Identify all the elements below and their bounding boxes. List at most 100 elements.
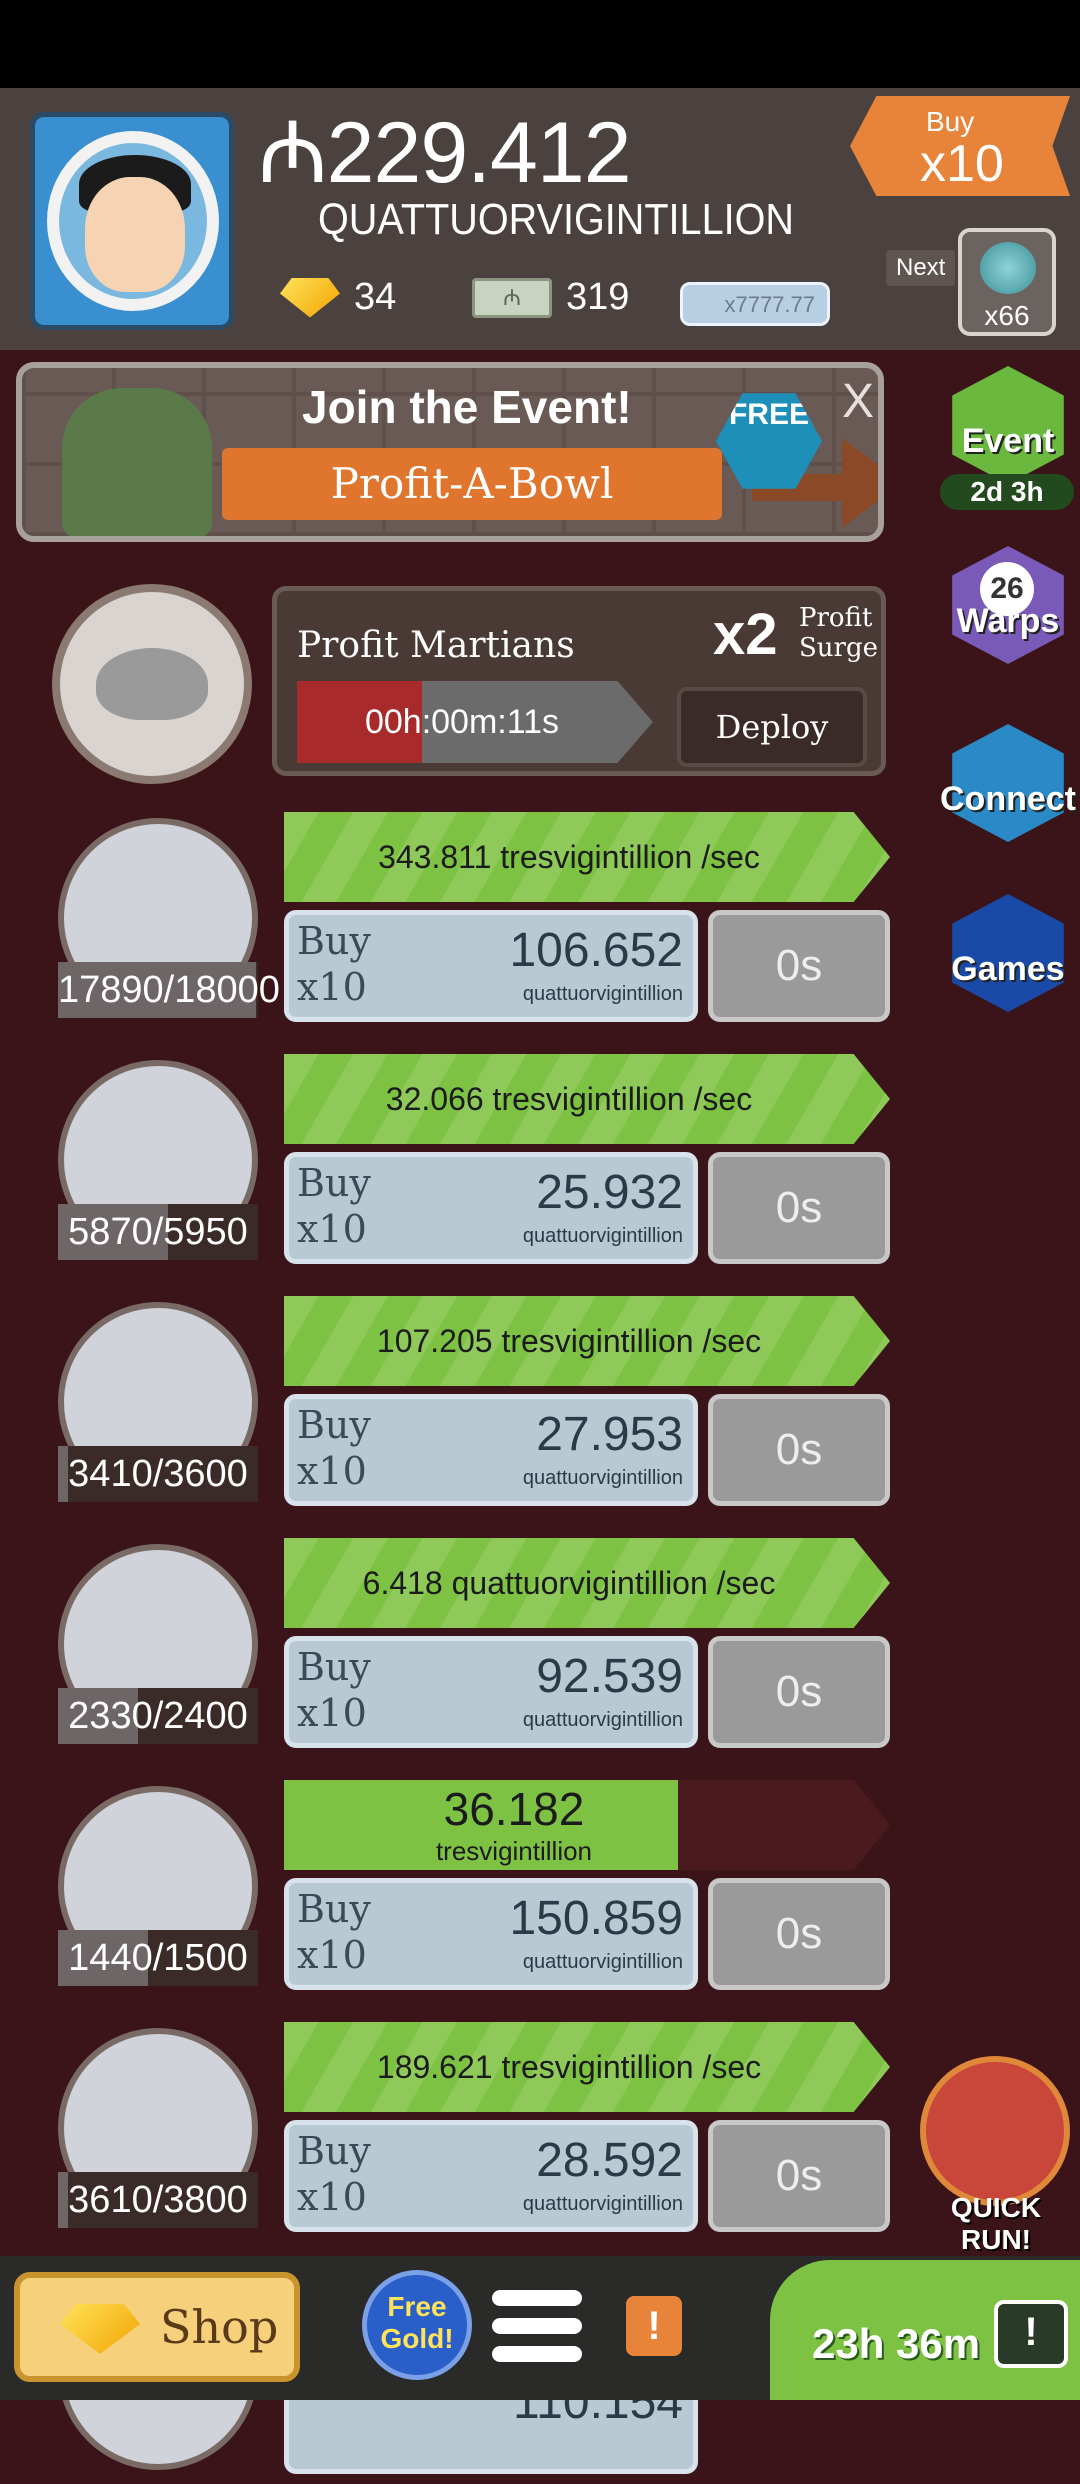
event-timer: 2d 3h [940,474,1074,510]
business-rate: 107.205 tresvigintillion /sec [376,1323,762,1359]
buy-cost: 28.592 [536,2134,683,2187]
quick-run-label: QUICK RUN! [950,2192,1042,2255]
megabucks-amount: 319 [566,276,630,318]
buy-cost: 106.652 [509,924,683,977]
buy-cost: 25.932 [536,1166,683,1219]
shop-button[interactable]: Shop [14,2272,300,2382]
mission-multiplier-label-1: Profit [799,603,873,633]
business-owned-label: 3410/3600 [68,1453,248,1495]
alert-icon[interactable]: ! [626,2296,682,2356]
business-rate-bar[interactable]: 107.205 tresvigintillion /sec [284,1296,890,1386]
mission-progress-bar: 00h:00m:11s [297,681,653,763]
menu-icon[interactable] [492,2290,582,2370]
event-title: Join the Event! [302,381,632,433]
tv-icon[interactable]: ! [994,2300,1068,2368]
megaticket-counter[interactable]: x7777.77 [680,282,830,326]
buy-cost: 27.953 [536,1408,683,1461]
buy-cost-unit: quattuorvigintillion [522,1467,683,1489]
close-icon[interactable]: X [842,374,874,429]
business-row: 3610/3800 189.621 tresvigintillion /sec B… [0,2022,900,2242]
business-rate-unit: tresvigintillion [435,1836,593,1866]
manager-timer-button[interactable]: 0s [708,910,890,1022]
business-owned-progress [58,2172,68,2228]
buy-cost-unit: quattuorvigintillion [522,1951,683,1973]
shop-label: Shop [160,2300,279,2354]
buy-multiplier: x10 [297,2175,367,2219]
event-label: Event [961,422,1055,460]
business-rate-bar[interactable]: 36.182 tresvigintillion [284,1780,890,1870]
free-gold-button[interactable]: Free Gold! [362,2270,472,2380]
business-rate-bar[interactable]: 6.418 quattuorvigintillion /sec [284,1538,890,1628]
business-rate: 6.418 quattuorvigintillion /sec [362,1565,776,1601]
free-gold-label-1: Free [387,2291,447,2322]
money-value: 229.412 [326,105,632,201]
manager-timer-button[interactable]: 0s [708,1636,890,1748]
business-row: 5870/5950 32.066 tresvigintillion /sec Bu… [0,1054,900,1274]
next-unlock-button[interactable]: x66 [958,228,1056,336]
avatar-face [85,177,185,292]
buy-business-button[interactable]: Buy x10 106.652 quattuorvigintillion [284,910,698,1022]
gold-counter: 34 [280,276,396,319]
next-count: x66 [984,300,1030,331]
buy-business-button[interactable]: Buy x10 92.539 quattuorvigintillion [284,1636,698,1748]
buy-business-button[interactable]: Buy x10 150.859 quattuorvigintillion [284,1878,698,1990]
event-button[interactable]: Event [938,360,1078,490]
business-owned-count: 3410/3600 [58,1446,258,1502]
business-owned-count: 3610/3800 [58,2172,258,2228]
manager-timer-button[interactable]: 0s [708,2120,890,2232]
buy-cost: 150.859 [509,1892,683,1945]
business-owned-label: 1440/1500 [68,1937,248,1979]
manager-timer-button[interactable]: 0s [708,1152,890,1264]
buy-cost-unit: quattuorvigintillion [522,983,683,1005]
business-owned-progress [58,1446,68,1502]
business-row: 3410/3600 107.205 tresvigintillion /sec B… [0,1296,900,1516]
buy-business-button[interactable]: Buy x10 27.953 quattuorvigintillion [284,1394,698,1506]
business-owned-label: 17890/18000 [58,969,280,1011]
business-row: 2330/2400 6.418 quattuorvigintillion /sec… [0,1538,900,1758]
connect-button[interactable]: Connect [938,718,1078,848]
business-rate-bar[interactable]: 189.621 tresvigintillion /sec [284,2022,890,2112]
buy-cost-unit: quattuorvigintillion [522,2193,683,2215]
buy-label: Buy [297,1403,371,1447]
warps-count: 26 [980,562,1034,616]
quick-run-button[interactable]: QUICK RUN! [916,2056,1076,2255]
buy-multiplier: x10 [297,1933,367,1977]
event-character [62,388,212,536]
games-button[interactable]: Games [938,888,1078,1018]
business-owned-count: 2330/2400 [58,1688,258,1744]
buy-label: Buy [297,1161,371,1205]
buy-business-button[interactable]: Buy x10 28.592 quattuorvigintillion [284,2120,698,2232]
free-gold-label-2: Gold! [380,2323,454,2354]
deploy-button[interactable]: Deploy [677,687,867,767]
mission-ufo-icon[interactable] [52,584,252,784]
business-rate-bar[interactable]: 343.811 tresvigintillion /sec [284,812,890,902]
business-rate-value: 36.182 [443,1783,585,1835]
business-rate: 343.811 tresvigintillion /sec [378,839,760,875]
buy-tag-multiplier: x10 [920,135,1004,193]
manager-timer-button[interactable]: 0s [708,1394,890,1506]
connect-label: Connect [940,780,1076,818]
mission-panel: Profit Martians x2 Profit Surge 00h:00m:… [272,586,886,776]
manager-timer-button[interactable]: 0s [708,1878,890,1990]
buy-multiplier: x10 [297,965,367,1009]
megabucks-icon: ₼ [472,277,552,318]
business-owned-label: 5870/5950 [68,1211,248,1253]
money-symbol: ₼ [258,105,328,201]
money-unit: QUATTUORVIGINTILLION [318,195,795,244]
buy-multiplier: x10 [297,1449,367,1493]
event-banner[interactable]: Join the Event! Profit-A-Bowl FREE X [16,362,884,542]
buy-cost-unit: quattuorvigintillion [522,1225,683,1247]
business-rate: 32.066 tresvigintillion /sec [385,1081,753,1117]
buy-label: Buy [297,1887,371,1931]
buy-business-button[interactable]: Buy x10 25.932 quattuorvigintillion [284,1152,698,1264]
mission-multiplier-label: Profit Surge [799,603,878,663]
business-rate-bar[interactable]: 32.066 tresvigintillion /sec [284,1054,890,1144]
event-subtitle: Profit-A-Bowl [222,448,722,520]
player-avatar[interactable] [30,112,234,330]
business-owned-label: 3610/3800 [68,2179,248,2221]
mission-name: Profit Martians [297,625,575,666]
buy-label: Buy [297,1645,371,1689]
buy-cost: 92.539 [536,1650,683,1703]
quick-run-icon [920,2056,1070,2206]
buy-multiplier-button[interactable]: Buy x10 [850,96,1070,196]
